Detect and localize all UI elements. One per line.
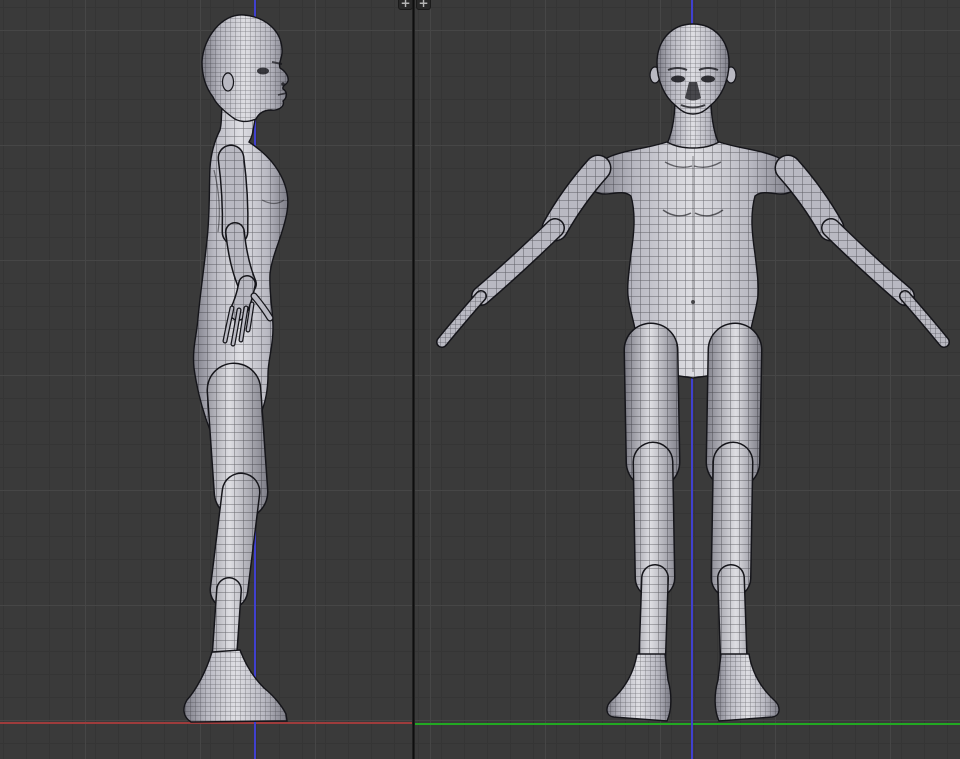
- viewport-side-view[interactable]: [0, 0, 412, 759]
- 3d-viewport-workspace: + +: [0, 0, 960, 759]
- plus-icon: +: [400, 0, 410, 9]
- plus-icon: +: [418, 0, 428, 9]
- viewport-front-view[interactable]: [415, 0, 960, 759]
- human-model-side-view[interactable]: [0, 0, 412, 759]
- split-view-button-left[interactable]: +: [398, 0, 413, 10]
- human-model-front-view[interactable]: [415, 0, 960, 759]
- split-view-button-right[interactable]: +: [416, 0, 431, 10]
